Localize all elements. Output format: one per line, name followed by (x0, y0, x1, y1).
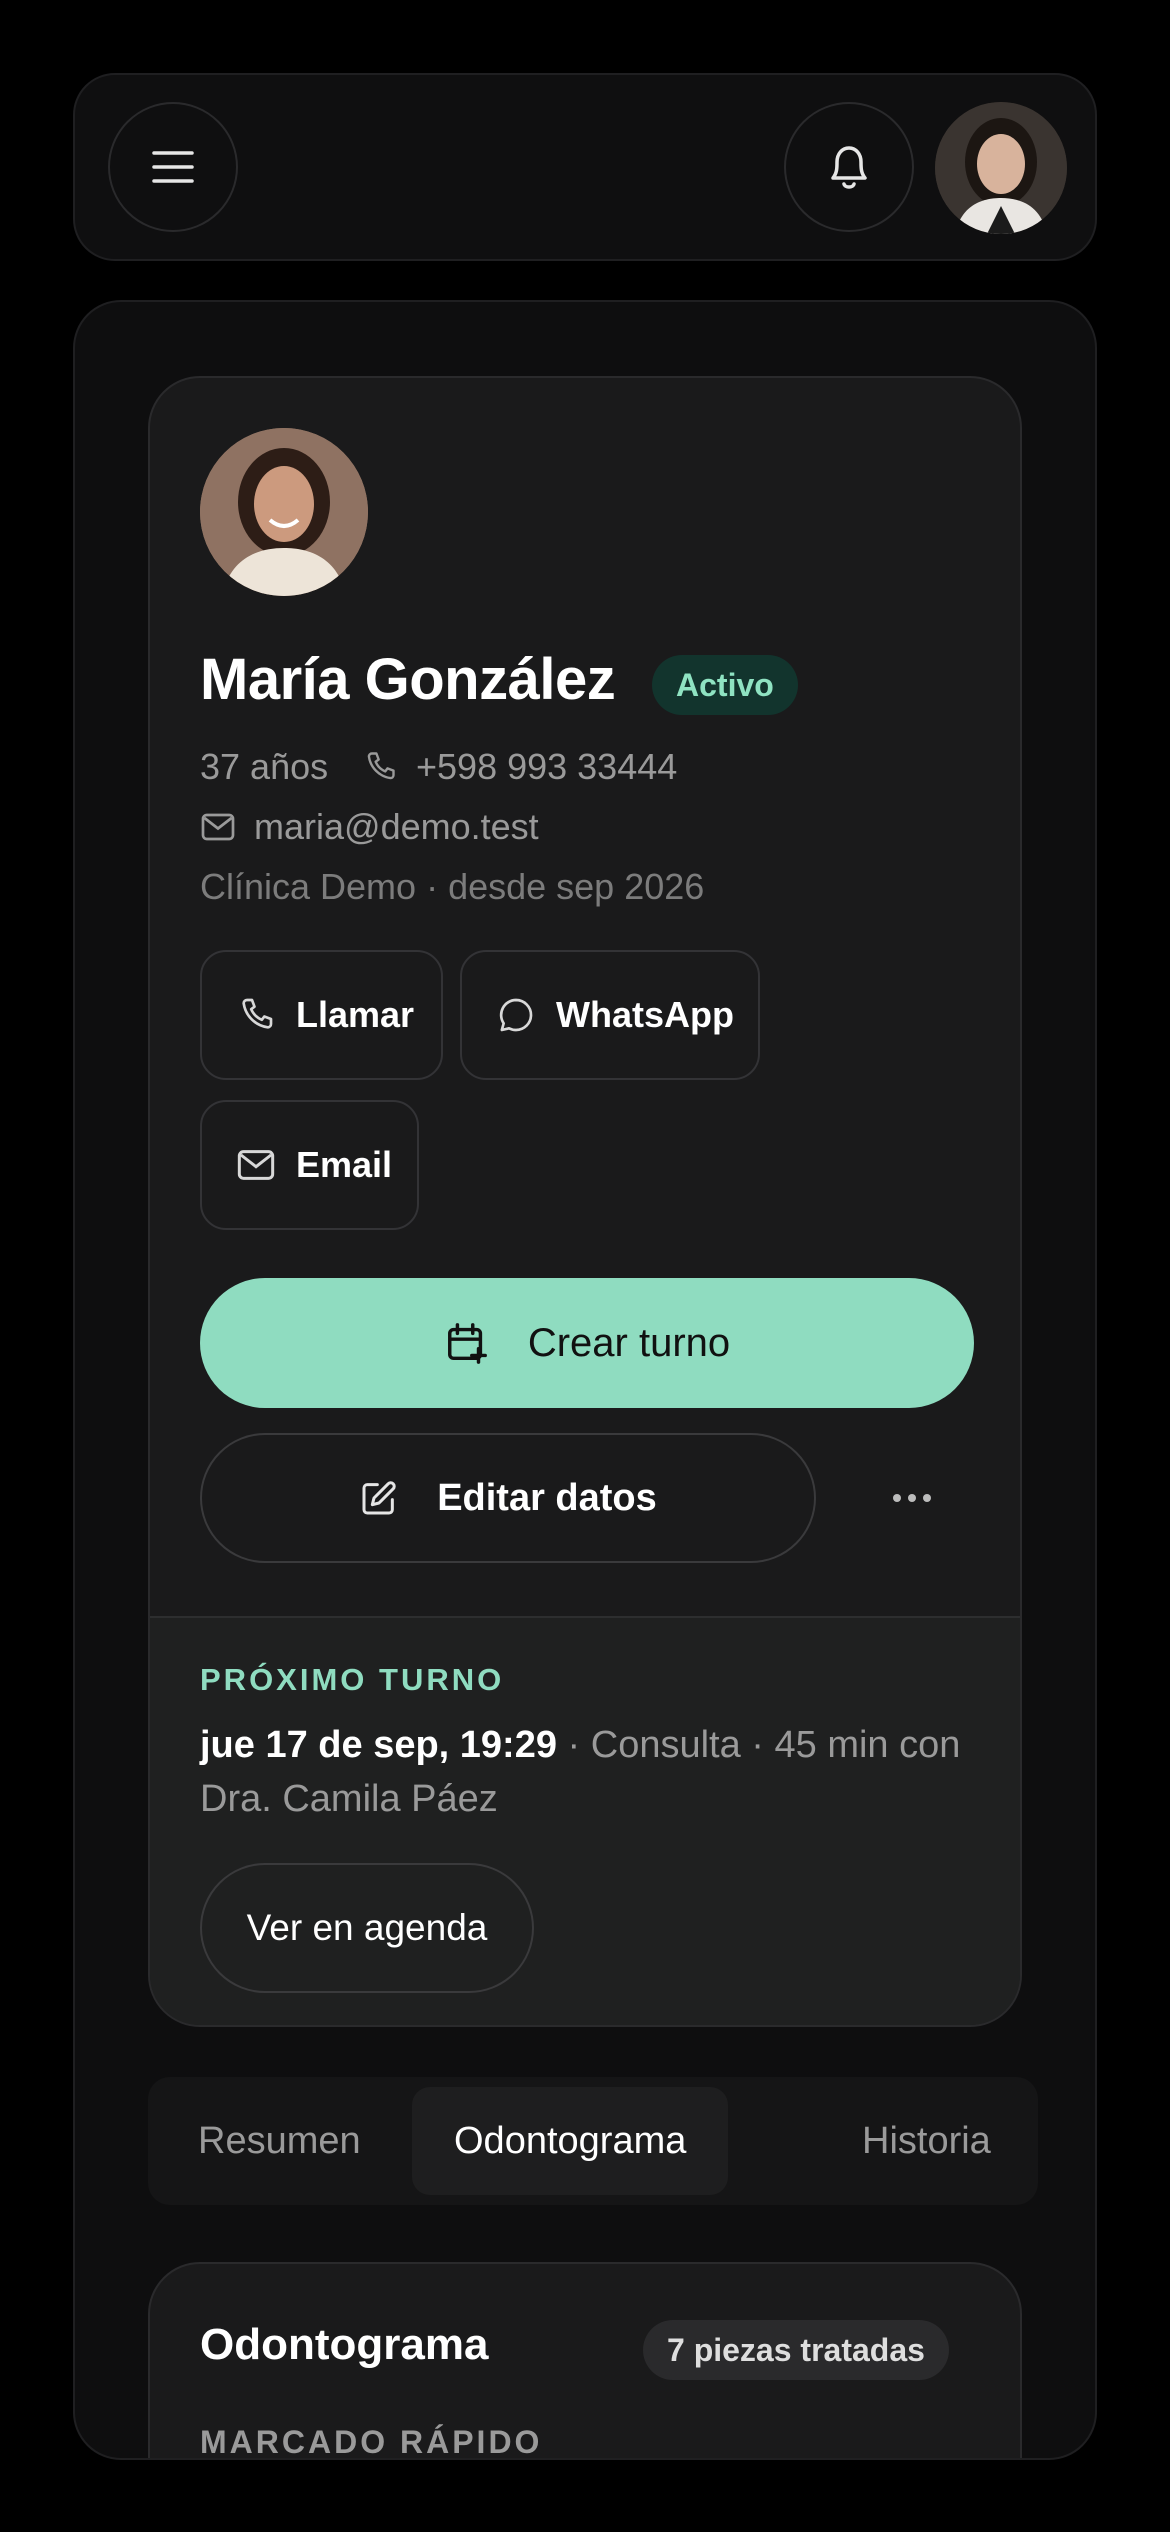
patient-clinic: Clínica Demo · desde sep 2026 (200, 866, 705, 907)
more-icon (892, 1493, 932, 1503)
tab-resumen[interactable]: Resumen (198, 2087, 361, 2195)
patient-name: María González (200, 647, 616, 712)
call-label: Llamar (296, 994, 415, 1035)
mail-icon (236, 1148, 276, 1182)
email-label: Email (296, 1144, 393, 1185)
phone-text: +598 993 33444 (416, 746, 678, 787)
phone-icon (362, 749, 398, 785)
whatsapp-label: WhatsApp (556, 994, 734, 1035)
chat-icon (496, 995, 536, 1035)
edit-icon (359, 1478, 399, 1518)
edit-label: Editar datos (437, 1476, 657, 1519)
top-bar (73, 73, 1097, 261)
create-appointment-label: Crear turno (527, 1320, 731, 1365)
tab-odontograma[interactable]: Odontograma (412, 2087, 729, 2195)
mail-icon (200, 812, 236, 842)
treated-count-badge: 7 piezas tratadas (643, 2320, 949, 2380)
view-agenda-label: Ver en agenda (246, 1907, 488, 1948)
patient-age: 37 años (200, 746, 328, 788)
user-avatar[interactable] (935, 102, 1067, 234)
call-button[interactable]: Llamar (200, 950, 443, 1080)
more-button[interactable] (880, 1468, 944, 1528)
quick-mark-label: MARCADO RÁPIDO (200, 2424, 543, 2460)
create-appointment-button[interactable]: Crear turno (200, 1278, 974, 1408)
next-appointment-text: jue 17 de sep, 19:29 · Consulta · 45 min… (200, 1718, 980, 1826)
odontograma-card: Odontograma 7 piezas tratadas MARCADO RÁ… (148, 2262, 1022, 2460)
view-agenda-button[interactable]: Ver en agenda (200, 1863, 534, 1993)
tab-bar: Resumen Odontograma Historia R (148, 2077, 1038, 2205)
bell-icon (825, 140, 873, 194)
menu-button[interactable] (108, 102, 238, 232)
edit-button[interactable]: Editar datos (200, 1433, 816, 1563)
odontograma-title: Odontograma (200, 2320, 489, 2369)
tab-historia[interactable]: Historia (862, 2087, 991, 2195)
age-text: 37 años (200, 746, 329, 787)
email-text: maria@demo.test (254, 806, 539, 847)
phone-icon (236, 995, 276, 1035)
whatsapp-button[interactable]: WhatsApp (460, 950, 760, 1080)
status-badge: Activo (652, 655, 798, 715)
patient-phone[interactable]: +598 993 33444 (362, 746, 677, 788)
calendar-plus-icon (444, 1320, 490, 1366)
next-appointment-label: PRÓXIMO TURNO (200, 1662, 505, 1697)
email-button[interactable]: Email (200, 1100, 419, 1230)
patient-email[interactable]: maria@demo.test (200, 806, 539, 848)
menu-icon (151, 149, 195, 185)
next-appointment-datetime: jue 17 de sep, 19:29 (200, 1724, 557, 1766)
patient-card: María González Activo 37 años +598 993 3… (148, 376, 1022, 2027)
next-appointment-section: PRÓXIMO TURNO jue 17 de sep, 19:29 · Con… (150, 1616, 1020, 2025)
main-panel: María González Activo 37 años +598 993 3… (73, 300, 1097, 2460)
patient-avatar (200, 428, 368, 596)
notifications-button[interactable] (784, 102, 914, 232)
